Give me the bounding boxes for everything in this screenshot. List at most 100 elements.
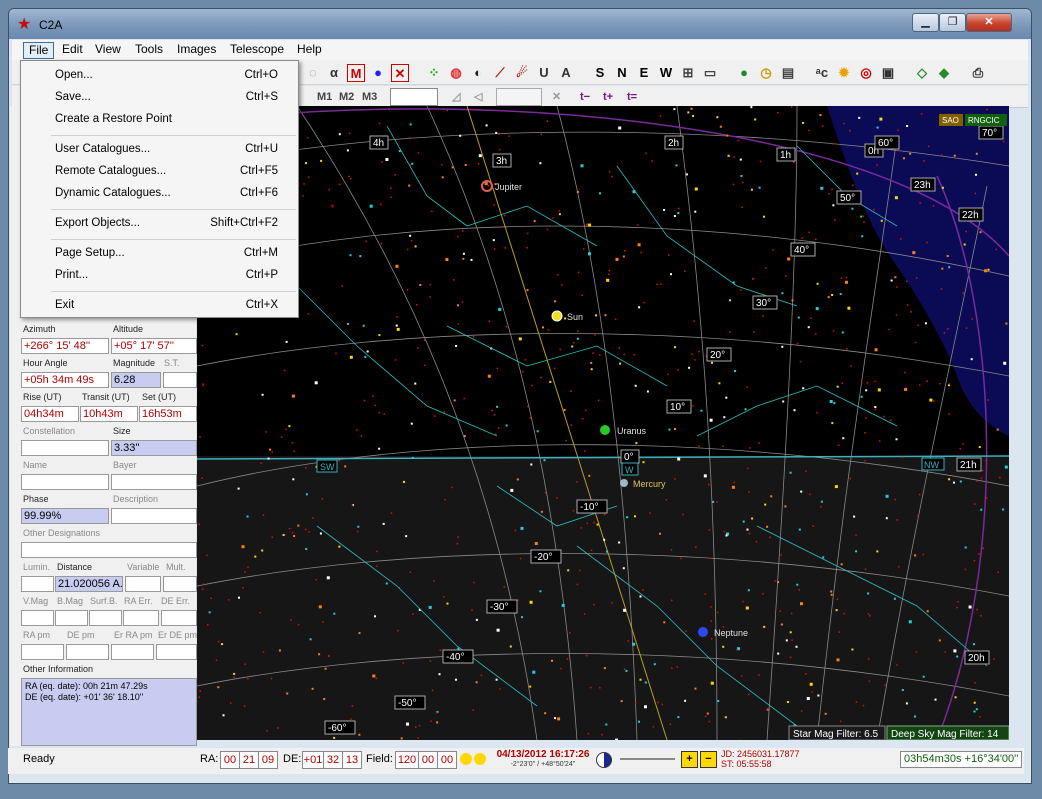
menu-item-open[interactable]: Open... <box>55 69 93 81</box>
ac-text-icon[interactable]: ᵃc <box>813 64 831 82</box>
star-field-icon[interactable]: ⁘ <box>425 64 443 82</box>
field-degrees-field[interactable]: 120 <box>395 751 419 769</box>
planet-sun[interactable]: Sun <box>551 310 583 322</box>
line-tool-icon[interactable]: ⟋ <box>491 64 509 82</box>
earth-icon[interactable]: ● <box>735 64 753 82</box>
menu-file[interactable]: File <box>23 42 55 59</box>
dec-label: 50° <box>840 193 855 204</box>
star <box>694 210 697 213</box>
galaxy-icon[interactable]: ◍ <box>447 64 465 82</box>
comet-icon[interactable]: ☄ <box>513 64 531 82</box>
field-minutes-field[interactable]: 00 <box>418 751 438 769</box>
ra-seconds-field[interactable]: 09 <box>258 751 278 769</box>
dso-mag-filter[interactable]: Deep Sky Mag Filter: 14 <box>891 729 999 740</box>
moon-toggle-icon[interactable] <box>474 753 486 765</box>
zoom-in-button[interactable]: + <box>681 751 698 768</box>
menu-edit[interactable]: Edit <box>57 42 88 59</box>
star <box>218 640 220 643</box>
south-button[interactable]: S <box>591 64 609 82</box>
menu-tools[interactable]: Tools <box>130 42 168 59</box>
star <box>286 692 289 695</box>
mag-input[interactable] <box>390 88 438 106</box>
star <box>540 133 542 136</box>
time-now-button[interactable]: t= <box>627 89 637 105</box>
zoom-out-button[interactable]: − <box>700 751 717 768</box>
moon-phase-icon[interactable]: ◐ <box>469 64 487 82</box>
grid-icon[interactable]: ⊞ <box>679 64 697 82</box>
messier-icon[interactable]: M <box>347 64 365 82</box>
alpha-tool-icon[interactable]: α <box>325 64 343 82</box>
menu-item-page-setup[interactable]: Page Setup... <box>55 247 125 259</box>
sky-chart[interactable]: Jupiter Sun Uranus Mercury Neptune 4h 3h 2… <box>197 106 1009 740</box>
a-tool-icon[interactable]: A <box>557 64 575 82</box>
star <box>802 387 805 390</box>
star <box>867 613 870 615</box>
menu-images[interactable]: Images <box>172 42 221 59</box>
menu-item-save[interactable]: Save... <box>55 91 91 103</box>
minimize-button[interactable]: ▁ <box>912 13 939 32</box>
east-button[interactable]: E <box>635 64 653 82</box>
rngcic-badge[interactable]: RNGCIC <box>968 116 1000 125</box>
search-field[interactable] <box>496 88 542 106</box>
circle-tool-icon[interactable]: ◌ <box>304 64 322 82</box>
arrow-left-icon[interactable]: ◁ <box>474 89 482 105</box>
menu-item-export-objects[interactable]: Export Objects... <box>55 217 140 229</box>
star <box>260 462 262 465</box>
ra-minutes-field[interactable]: 21 <box>239 751 259 769</box>
menu-view[interactable]: View <box>90 42 126 59</box>
field-seconds-field[interactable]: 00 <box>437 751 457 769</box>
sun-icon[interactable]: ✹ <box>835 64 853 82</box>
globe-dots-icon[interactable]: ● <box>369 64 387 82</box>
time-back-button[interactable]: t− <box>580 89 590 105</box>
star <box>780 623 783 626</box>
star <box>677 369 679 371</box>
cross-box-icon[interactable]: ✕ <box>391 64 409 82</box>
close-button[interactable]: ✕ <box>966 13 1012 32</box>
ra-hours-field[interactable]: 00 <box>220 751 240 769</box>
datetime-display[interactable]: 04/13/2012 16:17:26 -2°23'0'' / +48°50'2… <box>492 749 594 771</box>
west-button[interactable]: W <box>657 64 675 82</box>
menu-item-remote-catalogues[interactable]: Remote Catalogues... <box>55 165 166 177</box>
ruler-icon[interactable]: ▭ <box>701 64 719 82</box>
clock-icon[interactable]: ◷ <box>757 64 775 82</box>
m3-button[interactable]: M3 <box>362 89 377 105</box>
menu-help[interactable]: Help <box>292 42 327 59</box>
menu-item-dynamic-catalogues[interactable]: Dynamic Catalogues... <box>55 187 171 199</box>
other-info-box[interactable]: RA (eq. date): 00h 21m 47.29s DE (eq. da… <box>21 678 197 746</box>
sun-toggle-icon[interactable] <box>460 753 472 765</box>
planet-uranus[interactable]: Uranus <box>600 425 647 436</box>
time-forward-button[interactable]: t+ <box>603 89 613 105</box>
menu-item-user-catalogues[interactable]: User Catalogues... <box>55 143 150 155</box>
u-tool-icon[interactable]: U <box>535 64 553 82</box>
diamond-icon[interactable]: ◇ <box>913 64 931 82</box>
menu-item-exit[interactable]: Exit <box>55 299 74 311</box>
triangle-left-icon[interactable]: ◿ <box>452 89 460 105</box>
star <box>453 279 455 281</box>
m1-button[interactable]: M1 <box>317 89 332 105</box>
de-degrees-field[interactable]: +01 <box>302 751 324 769</box>
de-seconds-field[interactable]: 13 <box>342 751 362 769</box>
printer-icon[interactable]: ⎙ <box>969 64 987 82</box>
star <box>733 481 735 484</box>
de-minutes-field[interactable]: 32 <box>323 751 343 769</box>
sao-badge[interactable]: SAO <box>942 116 959 125</box>
clear-icon[interactable]: ✕ <box>552 89 561 105</box>
time-slider[interactable] <box>620 758 675 760</box>
diamond-fill-icon[interactable]: ◆ <box>935 64 953 82</box>
menu-item-restore-point[interactable]: Create a Restore Point <box>55 113 172 125</box>
chart-icon[interactable]: ▤ <box>779 64 797 82</box>
m2-button[interactable]: M2 <box>339 89 354 105</box>
target-icon[interactable]: ◎ <box>857 64 875 82</box>
star <box>995 248 997 251</box>
camera-icon[interactable]: ▣ <box>879 64 897 82</box>
sky-chart-canvas[interactable]: Jupiter Sun Uranus Mercury Neptune 4h 3h 2… <box>197 106 1009 740</box>
star <box>962 292 964 294</box>
title-bar[interactable]: ★ C2A ▁ ❐ ✕ <box>9 9 1031 39</box>
star-mag-filter[interactable]: Star Mag Filter: 6.5 <box>793 729 878 740</box>
north-button[interactable]: N <box>613 64 631 82</box>
star <box>403 480 405 483</box>
menu-telescope[interactable]: Telescope <box>225 42 289 59</box>
star <box>380 242 383 245</box>
maximize-button[interactable]: ❐ <box>939 13 966 32</box>
menu-item-print[interactable]: Print... <box>55 269 88 281</box>
